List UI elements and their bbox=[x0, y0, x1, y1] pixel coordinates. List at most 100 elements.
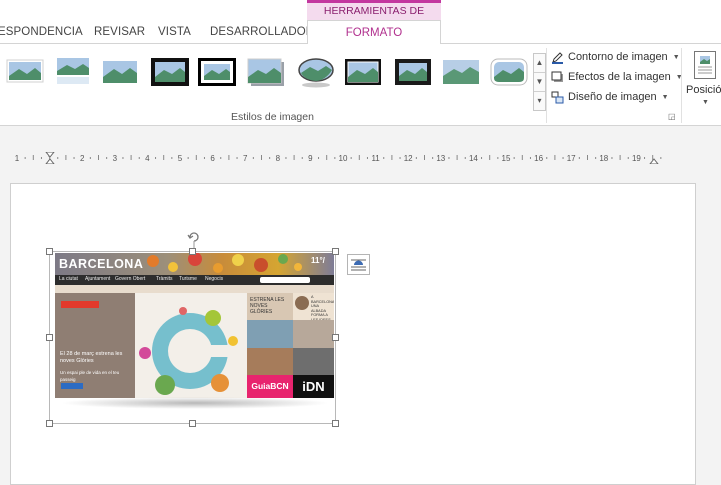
effects-icon bbox=[551, 71, 563, 82]
ruler-number: 3 bbox=[113, 154, 118, 163]
picture-border-label: Contorno de imagen bbox=[568, 51, 668, 63]
picture-effects-label: Efectos de la imagen bbox=[568, 71, 671, 83]
ruler-tick bbox=[32, 155, 34, 160]
position-label: Posició bbox=[686, 84, 721, 96]
resize-handle-n[interactable] bbox=[189, 248, 196, 255]
resize-handle-w[interactable] bbox=[46, 334, 53, 341]
picture-selection-frame[interactable] bbox=[49, 251, 336, 424]
ruler-tick bbox=[562, 157, 564, 159]
picture-style-4[interactable] bbox=[150, 56, 190, 88]
ruler-tick bbox=[40, 157, 42, 159]
ruler-tick bbox=[65, 155, 67, 160]
ruler-tick bbox=[171, 157, 173, 159]
picture-style-7[interactable] bbox=[296, 56, 336, 88]
ruler-tick bbox=[293, 155, 295, 160]
picture-border-button[interactable]: Contorno de imagen ▼ bbox=[551, 48, 680, 66]
resize-handle-s[interactable] bbox=[189, 420, 196, 427]
ruler-tick bbox=[252, 157, 254, 159]
ruler-number: 9 bbox=[308, 154, 313, 163]
ruler-tick bbox=[73, 157, 75, 159]
ribbon-body: ▲ ▼ ▾ Estilos de imagen ◲ Contorno de im… bbox=[0, 44, 721, 126]
word-window: ESPONDENCIA REVISAR VISTA DESARROLLADOR … bbox=[0, 0, 721, 485]
resize-handle-ne[interactable] bbox=[332, 248, 339, 255]
gallery-down-icon[interactable]: ▼ bbox=[534, 73, 545, 92]
ruler-tick bbox=[106, 157, 108, 159]
picture-style-3[interactable] bbox=[100, 56, 140, 88]
ribbon-tab-bar: ESPONDENCIA REVISAR VISTA DESARROLLADOR … bbox=[0, 0, 721, 45]
ruler-tick bbox=[595, 157, 597, 159]
picture-effects-button[interactable]: Efectos de la imagen ▼ bbox=[551, 68, 683, 86]
resize-handle-se[interactable] bbox=[332, 420, 339, 427]
ruler-tick bbox=[415, 157, 417, 159]
ruler-tick bbox=[130, 155, 132, 160]
picture-style-5[interactable] bbox=[197, 56, 237, 88]
ruler-tick bbox=[318, 157, 320, 159]
tab-desarrollador[interactable]: DESARROLLADOR bbox=[210, 26, 314, 38]
ruler-tick bbox=[611, 157, 613, 159]
ruler-tick bbox=[399, 157, 401, 159]
ruler-tick bbox=[497, 157, 499, 159]
ruler-tick bbox=[89, 157, 91, 159]
picture-layout-button[interactable]: Diseño de imagen ▼ bbox=[551, 88, 669, 106]
ruler-tick bbox=[24, 157, 26, 159]
ruler-tick bbox=[301, 157, 303, 159]
picture-style-6[interactable] bbox=[246, 56, 286, 88]
ruler-number: 5 bbox=[178, 154, 183, 163]
resize-handle-e[interactable] bbox=[332, 334, 339, 341]
picture-style-11[interactable] bbox=[489, 56, 529, 88]
horizontal-ruler[interactable]: 1 1 2 3 4 5 6 7 8 9 10 11 12 13 14 15 16 17 18 19 bbox=[8, 152, 694, 164]
ruler-number: 19 bbox=[632, 154, 641, 163]
ruler-tick bbox=[187, 157, 189, 159]
ruler-number: 10 bbox=[339, 154, 348, 163]
ruler-tick bbox=[236, 157, 238, 159]
ruler-number: 4 bbox=[145, 154, 150, 163]
ruler-tick bbox=[285, 157, 287, 159]
ruler-number: 14 bbox=[469, 154, 478, 163]
tab-correspondencia[interactable]: ESPONDENCIA bbox=[0, 26, 83, 38]
ruler-tick bbox=[155, 157, 157, 159]
ruler-tick bbox=[521, 155, 523, 160]
ruler-tick bbox=[529, 157, 531, 159]
picture-style-1[interactable] bbox=[5, 56, 45, 88]
dropdown-arrow-icon: ▼ bbox=[672, 53, 680, 61]
ruler-tick bbox=[195, 155, 197, 160]
ruler-tick bbox=[554, 155, 556, 160]
gallery-scrollbar[interactable]: ▲ ▼ ▾ bbox=[533, 53, 546, 111]
ruler-tick bbox=[366, 157, 368, 159]
resize-handle-nw[interactable] bbox=[46, 248, 53, 255]
ruler-number: 6 bbox=[210, 154, 215, 163]
group-label-picture-styles: Estilos de imagen bbox=[231, 111, 314, 123]
group-separator bbox=[681, 48, 682, 123]
ruler-tick bbox=[546, 157, 548, 159]
gallery-up-icon[interactable]: ▲ bbox=[534, 54, 545, 73]
ruler-tick bbox=[448, 157, 450, 159]
ruler-number: 15 bbox=[502, 154, 511, 163]
tab-revisar[interactable]: REVISAR bbox=[94, 26, 145, 38]
ruler-tick bbox=[619, 155, 621, 160]
ruler-tick bbox=[334, 157, 336, 159]
layout-options-button[interactable] bbox=[347, 254, 370, 275]
dialog-launcher-icon[interactable]: ◲ bbox=[668, 112, 676, 121]
picture-style-8[interactable] bbox=[343, 56, 383, 88]
ruler-tick bbox=[261, 155, 262, 160]
tab-vista[interactable]: VISTA bbox=[158, 26, 191, 38]
ruler-tick bbox=[220, 157, 222, 159]
ruler-tick bbox=[424, 155, 425, 160]
ruler-tick bbox=[644, 157, 646, 159]
picture-style-2[interactable] bbox=[53, 56, 93, 88]
picture-style-9[interactable] bbox=[393, 56, 433, 88]
tab-formato[interactable]: FORMATO bbox=[307, 20, 441, 45]
picture-style-10[interactable] bbox=[441, 56, 481, 88]
text-wrap-icon bbox=[351, 259, 366, 271]
ruler-tick bbox=[98, 155, 99, 160]
ruler-tick bbox=[383, 157, 385, 159]
ruler-tick bbox=[122, 157, 124, 159]
ruler-number: 7 bbox=[243, 154, 248, 163]
position-button[interactable]: Posició ▼ bbox=[684, 48, 721, 108]
ruler-tick bbox=[578, 157, 580, 159]
ruler-tick bbox=[464, 157, 466, 159]
ruler-tick bbox=[326, 155, 328, 160]
ruler-number: 18 bbox=[599, 154, 608, 163]
gallery-more-icon[interactable]: ▾ bbox=[534, 92, 545, 111]
resize-handle-sw[interactable] bbox=[46, 420, 53, 427]
